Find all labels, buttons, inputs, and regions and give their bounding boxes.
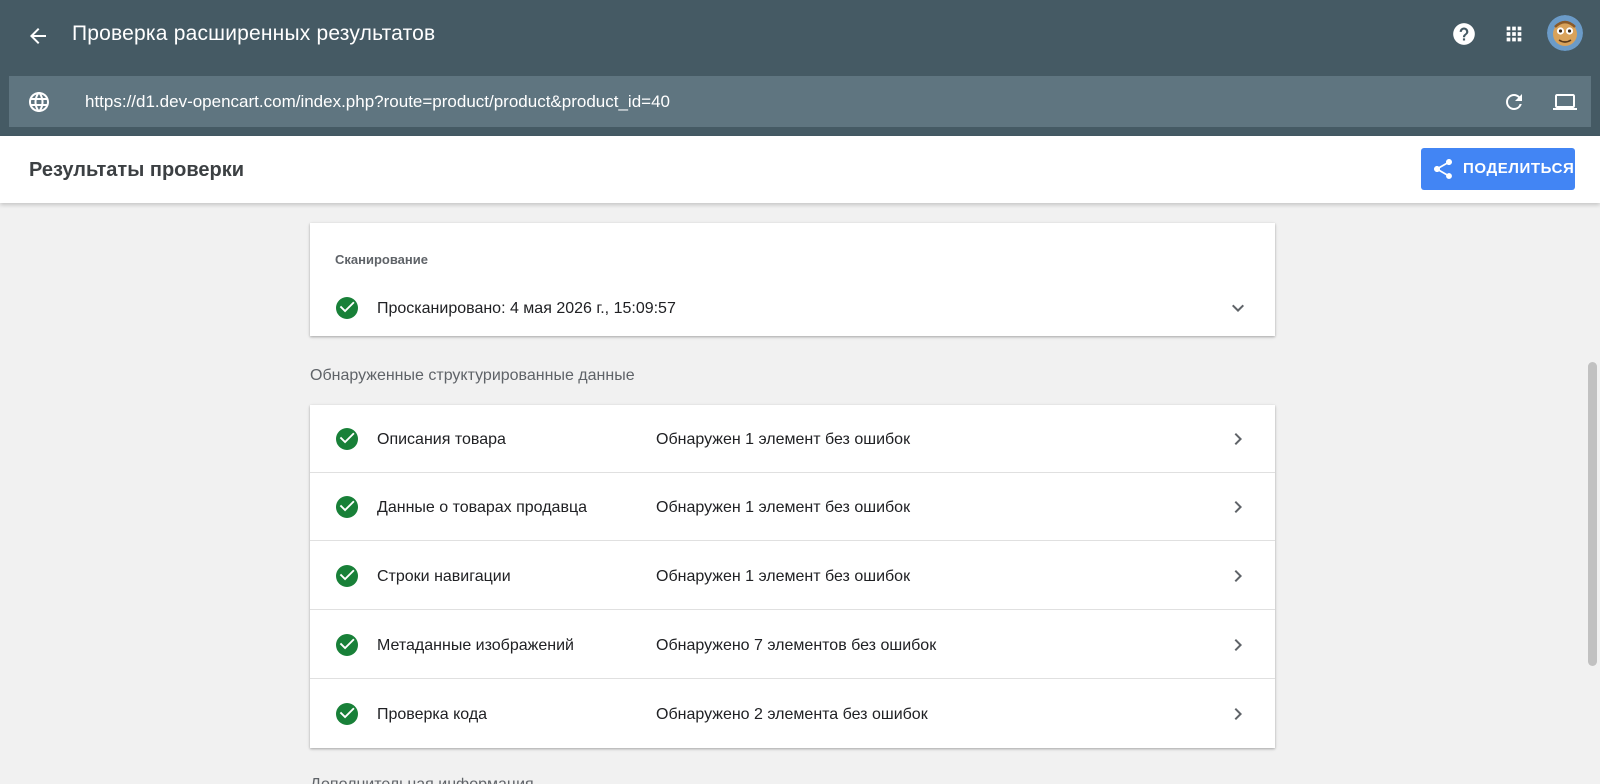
check-circle-icon [336, 297, 358, 319]
detected-section-label: Обнаруженные структурированные данные [310, 367, 635, 384]
check-circle-icon [336, 703, 358, 725]
laptop-icon [1553, 94, 1577, 110]
apps-grid-icon [1506, 26, 1522, 42]
list-item-status: Обнаружен 1 элемент без ошибок [656, 499, 911, 516]
app-title: Проверка расширенных результатов [72, 22, 436, 45]
list-item-status: Обнаружено 2 элемента без ошибок [656, 706, 928, 723]
check-circle-icon [336, 565, 358, 587]
url-text[interactable]: https://d1.dev-opencart.com/index.php?ro… [85, 91, 670, 113]
refresh-icon [1506, 94, 1522, 110]
crawl-card: Сканирование Просканировано: 4 мая 2026 … [310, 223, 1275, 336]
page-title: Результаты проверки [29, 159, 245, 181]
list-item-status: Обнаружен 1 элемент без ошибок [656, 431, 911, 448]
crawl-label: Сканирование [335, 252, 428, 267]
additional-section-label: Дополнительная информация [310, 775, 534, 784]
scrollbar-thumb[interactable] [1588, 362, 1597, 666]
globe-icon [26, 89, 52, 115]
share-button-label: ПОДЕЛИТЬСЯ [1463, 160, 1575, 177]
crawl-status-text: Просканировано: 4 мая 2026 г., 15:09:57 [377, 300, 676, 317]
check-circle-icon [336, 496, 358, 518]
chevron-right-icon [1234, 501, 1242, 513]
list-item[interactable]: Проверка кода Обнаружено 2 элемента без … [310, 680, 1275, 748]
apps-button[interactable] [1498, 18, 1530, 50]
list-item[interactable]: Описания товара Обнаружен 1 элемент без … [310, 405, 1275, 473]
avatar[interactable] [1547, 15, 1583, 51]
back-button[interactable] [22, 20, 54, 52]
chevron-right-icon [1234, 639, 1242, 651]
check-circle-icon [336, 634, 358, 656]
chevron-right-icon [1234, 570, 1242, 582]
avatar-image [1547, 15, 1583, 51]
url-bar: https://d1.dev-opencart.com/index.php?ro… [9, 76, 1591, 127]
help-icon [1453, 23, 1475, 45]
list-item-name: Данные о товарах продавца [377, 499, 588, 516]
share-icon [1434, 159, 1452, 179]
device-toggle-button[interactable] [1549, 88, 1581, 116]
list-item-name: Описания товара [377, 431, 506, 448]
check-circle-icon [336, 428, 358, 450]
help-button[interactable] [1448, 18, 1480, 50]
refresh-button[interactable] [1500, 88, 1528, 116]
results-header: Результаты проверки ПОДЕЛИТЬСЯ [0, 136, 1600, 203]
share-button[interactable]: ПОДЕЛИТЬСЯ [1421, 148, 1575, 190]
crawl-status-row[interactable]: Просканировано: 4 мая 2026 г., 15:09:57 [310, 291, 1275, 325]
detected-items-card: Описания товара Обнаружен 1 элемент без … [310, 405, 1275, 748]
chevron-right-icon [1234, 708, 1242, 720]
list-item-name: Проверка кода [377, 706, 488, 723]
arrow-back-icon [30, 28, 46, 44]
app-bar: Проверка расширенных результатов https:/… [0, 0, 1600, 136]
list-item-status: Обнаружено 7 элементов без ошибок [656, 637, 937, 654]
list-item[interactable]: Данные о товарах продавца Обнаружен 1 эл… [310, 473, 1275, 541]
list-item[interactable]: Строки навигации Обнаружен 1 элемент без… [310, 542, 1275, 610]
chevron-right-icon [1234, 433, 1242, 445]
list-item[interactable]: Метаданные изображений Обнаружено 7 элем… [310, 611, 1275, 679]
list-item-name: Метаданные изображений [377, 637, 574, 654]
list-item-name: Строки навигации [377, 568, 511, 585]
chevron-down-icon[interactable] [1226, 296, 1250, 320]
list-item-status: Обнаружен 1 элемент без ошибок [656, 568, 911, 585]
